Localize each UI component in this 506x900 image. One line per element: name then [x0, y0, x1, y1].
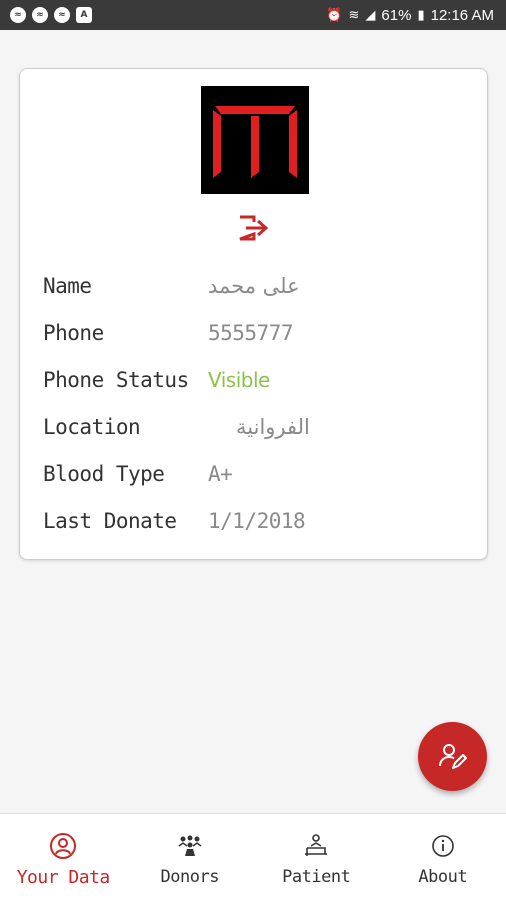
notification-icons: ≈ ≈ ≈ A	[10, 7, 92, 23]
app-logo	[201, 86, 309, 194]
battery-level: 61%	[381, 6, 412, 24]
edit-user-icon	[438, 743, 467, 769]
signal-icon: ◢	[365, 7, 376, 22]
nav-label: Your Data	[16, 867, 111, 888]
logo-m-icon	[213, 106, 297, 178]
row-value: A+	[208, 462, 233, 486]
row-value: الفروانية	[236, 415, 310, 439]
nav-about[interactable]: About	[380, 814, 506, 900]
clock: 12:16 AM	[430, 6, 494, 24]
wifi-icon: ≋	[348, 7, 360, 22]
info-icon	[431, 835, 454, 857]
row-label: Last Donate	[43, 509, 177, 533]
patient-bed-icon	[305, 834, 328, 856]
row-value: 1/1/2018	[208, 509, 306, 533]
info-row-blood-type: Blood Type A+	[43, 459, 233, 489]
messenger-icon: ≈	[32, 7, 48, 23]
bottom-navigation: Your Data Donors Patient About	[0, 813, 506, 900]
nav-label: Donors	[160, 867, 220, 887]
nav-label: Patient	[282, 867, 351, 887]
logout-icon	[239, 215, 269, 241]
row-value: علی محمد	[208, 274, 300, 298]
nav-your-data[interactable]: Your Data	[0, 814, 127, 900]
app-icon: A	[76, 7, 92, 23]
logout-button[interactable]	[236, 215, 270, 241]
battery-icon: ▮	[417, 7, 425, 22]
system-icons: ⏰ ≋ ◢ 61% ▮ 12:16 AM	[326, 7, 494, 24]
row-label: Phone Status	[43, 368, 189, 392]
info-row-phone-status: Phone Status Visible	[43, 365, 270, 395]
nav-donors[interactable]: Donors	[127, 814, 254, 900]
row-label: Location	[43, 415, 141, 439]
group-icon	[178, 835, 202, 856]
info-row-name: Name علی محمد	[43, 271, 300, 301]
nav-patient[interactable]: Patient	[253, 814, 380, 900]
edit-profile-fab[interactable]	[418, 722, 487, 791]
messenger-icon: ≈	[10, 7, 26, 23]
user-circle-icon	[50, 833, 77, 859]
row-label: Phone	[43, 321, 104, 345]
profile-card: Name علی محمد Phone 5555777 Phone Status…	[19, 68, 488, 560]
row-value: 5555777	[208, 321, 294, 345]
messenger-icon: ≈	[54, 7, 70, 23]
alarm-icon: ⏰	[326, 7, 343, 22]
row-label: Name	[43, 274, 92, 298]
info-row-last-donate: Last Donate 1/1/2018	[43, 506, 306, 536]
row-label: Blood Type	[43, 462, 165, 486]
status-bar: ≈ ≈ ≈ A ⏰ ≋ ◢ 61% ▮ 12:16 AM	[0, 0, 506, 30]
nav-label: About	[418, 867, 468, 887]
info-row-location: Location الفروانية	[43, 412, 310, 442]
phone-status-value: Visible	[208, 368, 270, 392]
info-row-phone: Phone 5555777	[43, 318, 294, 348]
